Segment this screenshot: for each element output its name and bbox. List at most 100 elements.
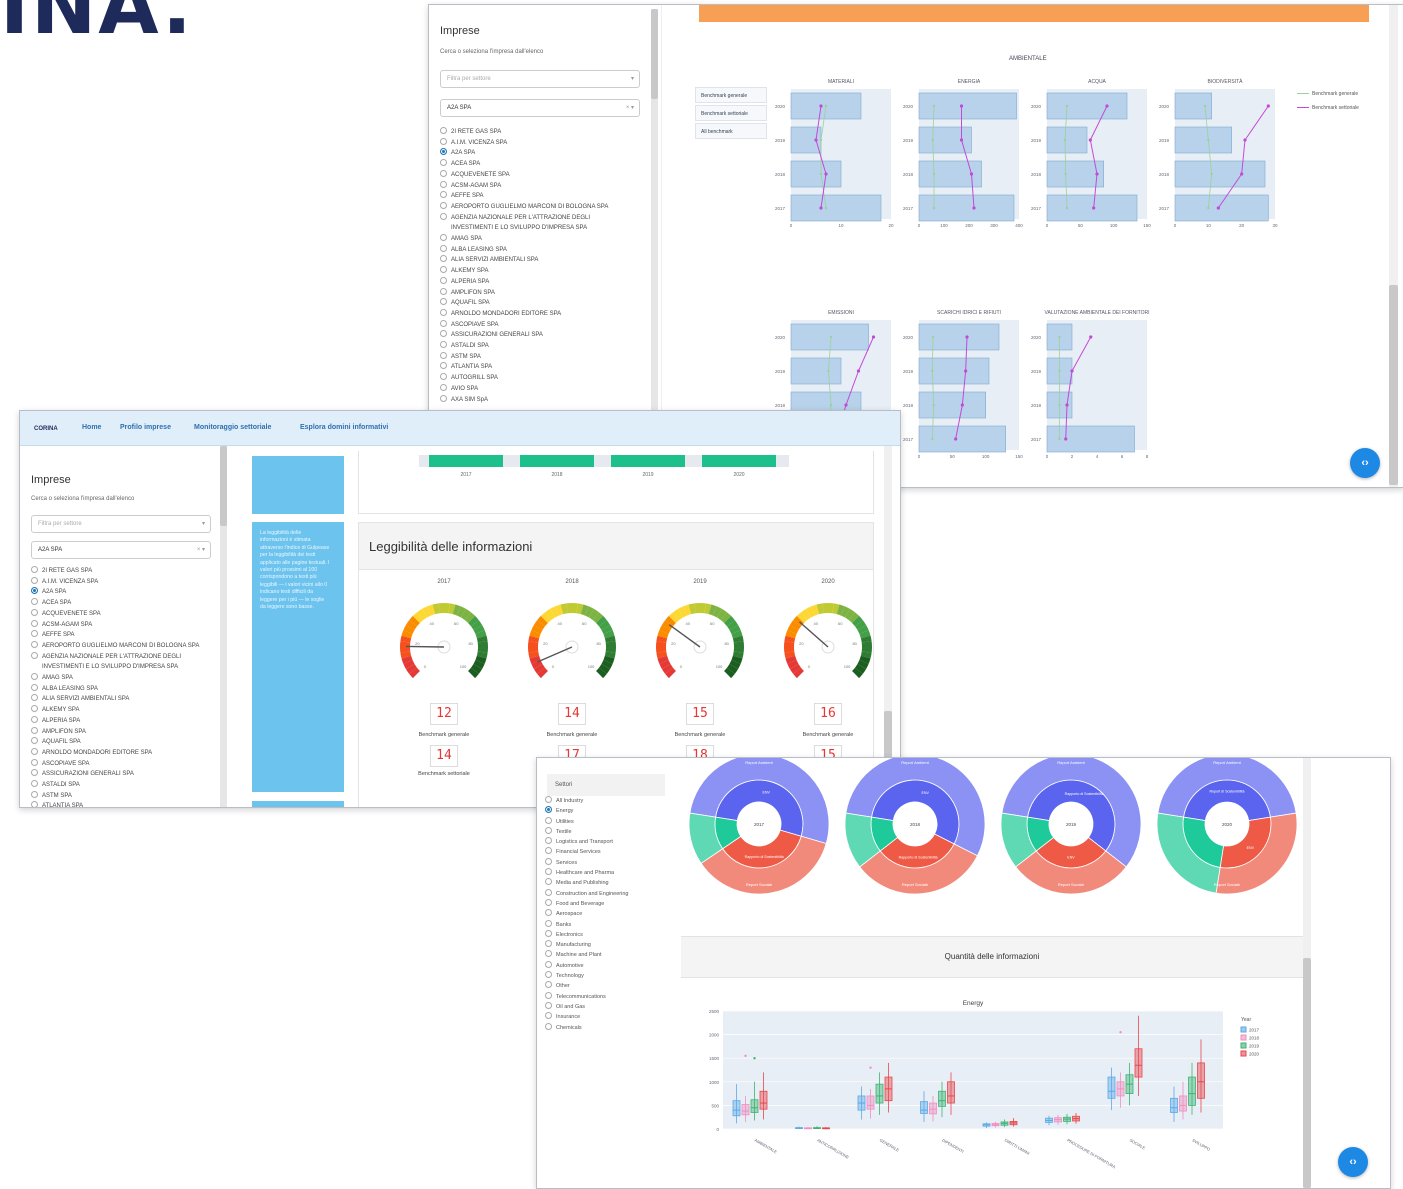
sector-item[interactable]: Logistics and Transport <box>545 837 670 847</box>
main-scrollbar[interactable] <box>884 446 892 807</box>
radio-icon[interactable] <box>31 769 38 777</box>
radio-icon[interactable] <box>31 630 38 638</box>
radio-icon[interactable] <box>545 909 552 917</box>
radio-icon[interactable] <box>31 683 38 691</box>
radio-icon[interactable] <box>31 566 38 573</box>
company-item[interactable]: A2A SPA <box>440 148 655 159</box>
radio-icon[interactable] <box>31 587 38 595</box>
radio-icon[interactable] <box>545 1001 552 1009</box>
radio-icon[interactable] <box>545 816 552 824</box>
nav-arrows-button[interactable]: ‹› <box>1350 448 1380 478</box>
radio-icon[interactable] <box>440 298 447 306</box>
company-item[interactable]: ALBA LEASING SPA <box>31 683 226 695</box>
company-item[interactable]: AMPLIFON SPA <box>31 726 226 738</box>
sector-item[interactable]: Construction and Engineering <box>545 888 670 899</box>
sector-item[interactable]: Other <box>545 981 670 991</box>
company-item[interactable]: AMAG SPA <box>440 234 655 245</box>
radio-icon[interactable] <box>545 837 552 845</box>
sidebar-scrollbar[interactable] <box>220 446 227 807</box>
radio-icon[interactable] <box>440 362 447 370</box>
sector-item[interactable]: Technology <box>545 971 670 981</box>
company-item[interactable]: ALPERIA SPA <box>31 715 226 727</box>
radio-icon[interactable] <box>31 726 38 734</box>
radio-icon[interactable] <box>545 971 552 979</box>
radio-icon[interactable] <box>31 790 38 798</box>
sector-item[interactable]: Machine and Plant <box>545 950 670 960</box>
radio-icon[interactable] <box>440 212 447 220</box>
all-benchmark-button[interactable]: All benchmark <box>695 123 767 139</box>
radio-icon[interactable] <box>545 878 552 886</box>
radio-icon[interactable] <box>31 576 38 584</box>
radio-icon[interactable] <box>31 619 38 627</box>
radio-icon[interactable] <box>31 801 38 807</box>
radio-icon[interactable] <box>440 287 447 295</box>
company-item[interactable]: ALKEMY SPA <box>440 266 655 277</box>
radio-icon[interactable] <box>545 919 552 927</box>
company-item[interactable]: ACQUEVENETE SPA <box>440 169 655 181</box>
company-item[interactable]: AEROPORTO GUGLIELMO MARCONI DI BOLOGNA S… <box>31 640 226 652</box>
radio-icon[interactable] <box>545 796 552 803</box>
radio-icon[interactable] <box>31 705 38 713</box>
sector-item[interactable]: Aerospace <box>545 909 670 919</box>
nav-brand[interactable]: CORINA <box>34 426 58 432</box>
sector-item[interactable]: Healthcare and Pharma <box>545 868 670 878</box>
radio-icon[interactable] <box>545 826 552 834</box>
company-item[interactable]: AMPLIFON SPA <box>440 287 655 299</box>
company-item[interactable]: AVIO SPA <box>440 383 655 395</box>
main-scrollbar-thumb[interactable] <box>1389 285 1398 485</box>
company-item[interactable]: ALKEMY SPA <box>31 705 226 716</box>
company-item[interactable]: AXA SIM SpA <box>440 394 655 406</box>
radio-icon[interactable] <box>440 234 447 242</box>
radio-icon[interactable] <box>440 330 447 338</box>
sector-item[interactable]: All Industry <box>545 796 670 806</box>
sector-item[interactable]: Insurance <box>545 1012 670 1022</box>
radio-icon[interactable] <box>440 308 447 316</box>
company-item[interactable]: AEFFE SPA <box>31 630 226 641</box>
sector-item[interactable]: Food and Beverage <box>545 898 670 909</box>
radio-icon[interactable] <box>31 694 38 702</box>
radio-icon[interactable] <box>440 351 447 359</box>
company-item[interactable]: A.I.M. VICENZA SPA <box>440 137 655 149</box>
sector-item[interactable]: Electronics <box>545 929 670 940</box>
radio-icon[interactable] <box>31 673 38 681</box>
radio-icon[interactable] <box>440 394 447 402</box>
radio-icon[interactable] <box>440 383 447 391</box>
radio-icon[interactable] <box>545 991 552 999</box>
company-item[interactable]: ASCOPIAVE SPA <box>440 319 655 331</box>
company-item[interactable]: ACEA SPA <box>31 598 226 609</box>
benchmark-settoriale-button[interactable]: Benchmark settoriale <box>695 105 767 121</box>
radio-icon[interactable] <box>31 598 38 606</box>
radio-icon[interactable] <box>440 276 447 284</box>
radio-icon[interactable] <box>31 780 38 788</box>
main-scrollbar[interactable] <box>1303 758 1311 1188</box>
company-item[interactable]: ACSM-AGAM SPA <box>440 180 655 192</box>
company-item[interactable]: ASTM SPA <box>440 351 655 363</box>
radio-icon[interactable] <box>440 191 447 199</box>
company-item[interactable]: AGENZIA NAZIONALE PER L'ATTRAZIONE DEGLI <box>31 651 226 663</box>
radio-icon[interactable] <box>440 319 447 327</box>
sector-item[interactable]: Banks <box>545 919 670 930</box>
company-item[interactable]: ARNOLDO MONDADORI EDITORE SPA <box>440 308 655 320</box>
company-item[interactable]: A2A SPA <box>31 587 226 598</box>
sector-item[interactable]: Services <box>545 857 670 868</box>
benchmark-generale-button[interactable]: Benchmark generale <box>695 87 767 103</box>
radio-icon[interactable] <box>31 608 38 616</box>
company-item[interactable]: ACSM-AGAM SPA <box>31 619 226 631</box>
company-item[interactable]: INVESTIMENTI E LO SVILUPPO D'IMPRESA SPA <box>31 662 226 673</box>
nav-esplora-domini[interactable]: Esplora domini informativi <box>300 424 388 431</box>
sidebar-scrollbar[interactable] <box>651 9 658 479</box>
radio-icon[interactable] <box>440 201 447 209</box>
company-item[interactable]: ACQUEVENETE SPA <box>31 608 226 620</box>
sector-item[interactable]: Chemicals <box>545 1022 670 1033</box>
nav-arrows-button[interactable]: ‹› <box>1338 1147 1368 1177</box>
sector-filter-input[interactable]: Filtra per settore ▾ <box>31 515 211 533</box>
company-item[interactable]: ASTALDI SPA <box>440 341 655 352</box>
radio-icon[interactable] <box>440 148 447 156</box>
radio-icon[interactable] <box>31 758 38 766</box>
radio-icon[interactable] <box>545 929 552 937</box>
sector-item[interactable]: Automotive <box>545 960 670 971</box>
company-item[interactable]: ASTALDI SPA <box>31 780 226 791</box>
main-scrollbar-thumb[interactable] <box>1303 958 1311 1188</box>
radio-icon[interactable] <box>440 180 447 188</box>
company-item[interactable]: ALIA SERVIZI AMBIENTALI SPA <box>31 694 226 705</box>
